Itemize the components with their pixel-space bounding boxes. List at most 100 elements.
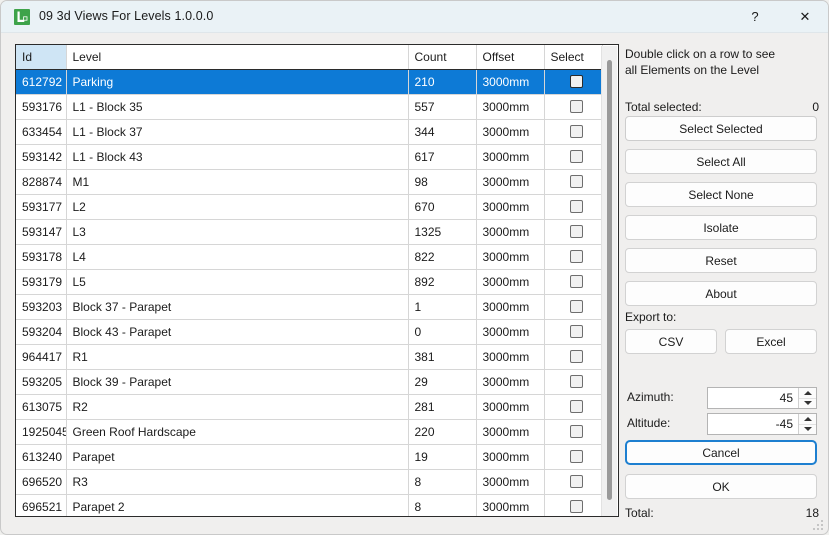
azimuth-value[interactable]: 45 bbox=[708, 388, 798, 408]
column-header-level[interactable]: Level bbox=[66, 45, 408, 69]
cell-select[interactable] bbox=[544, 269, 602, 294]
cell-offset: 3000mm bbox=[476, 119, 544, 144]
table-row[interactable]: 593147L313253000mm bbox=[16, 219, 602, 244]
table-row[interactable]: 696521Parapet 283000mm bbox=[16, 494, 602, 517]
table-vertical-scrollbar[interactable] bbox=[601, 46, 617, 517]
column-header-id[interactable]: Id bbox=[16, 45, 66, 69]
row-select-checkbox[interactable] bbox=[570, 100, 583, 113]
cell-select[interactable] bbox=[544, 344, 602, 369]
azimuth-increment-icon[interactable] bbox=[799, 388, 816, 399]
cell-select[interactable] bbox=[544, 219, 602, 244]
cell-level: Green Roof Hardscape bbox=[66, 419, 408, 444]
table-row[interactable]: 633454L1 - Block 373443000mm bbox=[16, 119, 602, 144]
window-title: 09 3d Views For Levels 1.0.0.0 bbox=[39, 9, 213, 23]
altitude-increment-icon[interactable] bbox=[799, 414, 816, 425]
help-button[interactable]: ? bbox=[732, 1, 778, 32]
table-row[interactable]: 593176L1 - Block 355573000mm bbox=[16, 94, 602, 119]
cell-id: 593176 bbox=[16, 94, 66, 119]
row-select-checkbox[interactable] bbox=[570, 150, 583, 163]
cell-select[interactable] bbox=[544, 369, 602, 394]
row-select-checkbox[interactable] bbox=[570, 325, 583, 338]
cell-select[interactable] bbox=[544, 319, 602, 344]
table-row[interactable]: 593178L48223000mm bbox=[16, 244, 602, 269]
cell-select[interactable] bbox=[544, 469, 602, 494]
cell-select[interactable] bbox=[544, 494, 602, 517]
cell-select[interactable] bbox=[544, 244, 602, 269]
table-row[interactable]: 613240Parapet193000mm bbox=[16, 444, 602, 469]
altitude-stepper[interactable]: -45 bbox=[707, 413, 817, 435]
row-select-checkbox[interactable] bbox=[570, 200, 583, 213]
table-row[interactable]: 593205Block 39 - Parapet293000mm bbox=[16, 369, 602, 394]
altitude-decrement-icon[interactable] bbox=[799, 425, 816, 435]
row-select-checkbox[interactable] bbox=[570, 350, 583, 363]
column-header-select[interactable]: Select bbox=[544, 45, 602, 69]
cell-select[interactable] bbox=[544, 444, 602, 469]
table-row[interactable]: 696520R383000mm bbox=[16, 469, 602, 494]
cell-count: 557 bbox=[408, 94, 476, 119]
table-row[interactable]: 1925045Green Roof Hardscape2203000mm bbox=[16, 419, 602, 444]
column-header-count[interactable]: Count bbox=[408, 45, 476, 69]
isolate-button[interactable]: Isolate bbox=[625, 215, 817, 240]
row-select-checkbox[interactable] bbox=[570, 250, 583, 263]
row-select-checkbox[interactable] bbox=[570, 125, 583, 138]
close-icon[interactable]: ✕ bbox=[782, 1, 828, 32]
export-to-label: Export to: bbox=[625, 310, 676, 324]
cell-offset: 3000mm bbox=[476, 294, 544, 319]
table-row[interactable]: 612792Parking2103000mm bbox=[16, 69, 602, 94]
row-select-checkbox[interactable] bbox=[570, 400, 583, 413]
azimuth-decrement-icon[interactable] bbox=[799, 399, 816, 409]
select-all-button[interactable]: Select All bbox=[625, 149, 817, 174]
cell-count: 670 bbox=[408, 194, 476, 219]
azimuth-stepper[interactable]: 45 bbox=[707, 387, 817, 409]
cell-offset: 3000mm bbox=[476, 144, 544, 169]
cell-select[interactable] bbox=[544, 194, 602, 219]
cell-select[interactable] bbox=[544, 169, 602, 194]
table-row[interactable]: 828874M1983000mm bbox=[16, 169, 602, 194]
altitude-value[interactable]: -45 bbox=[708, 414, 798, 434]
table-row[interactable]: 593177L26703000mm bbox=[16, 194, 602, 219]
row-select-checkbox[interactable] bbox=[570, 425, 583, 438]
cell-count: 344 bbox=[408, 119, 476, 144]
export-excel-button[interactable]: Excel bbox=[725, 329, 817, 354]
row-select-checkbox[interactable] bbox=[570, 275, 583, 288]
ok-button[interactable]: OK bbox=[625, 474, 817, 499]
row-select-checkbox[interactable] bbox=[570, 75, 583, 88]
grid-header: IdLevelCountOffsetSelect bbox=[16, 45, 602, 69]
cell-select[interactable] bbox=[544, 119, 602, 144]
cell-select[interactable] bbox=[544, 69, 602, 94]
table-row[interactable]: 593142L1 - Block 436173000mm bbox=[16, 144, 602, 169]
row-select-checkbox[interactable] bbox=[570, 450, 583, 463]
select-none-button[interactable]: Select None bbox=[625, 182, 817, 207]
about-button[interactable]: About bbox=[625, 281, 817, 306]
cell-select[interactable] bbox=[544, 94, 602, 119]
export-csv-button[interactable]: CSV bbox=[625, 329, 717, 354]
row-select-checkbox[interactable] bbox=[570, 175, 583, 188]
row-select-checkbox[interactable] bbox=[570, 375, 583, 388]
scrollbar-thumb[interactable] bbox=[607, 60, 612, 500]
levels-table[interactable]: IdLevelCountOffsetSelect 612792Parking21… bbox=[15, 44, 619, 517]
row-select-checkbox[interactable] bbox=[570, 475, 583, 488]
cell-offset: 3000mm bbox=[476, 244, 544, 269]
revit-addin-icon bbox=[13, 8, 31, 26]
reset-button[interactable]: Reset bbox=[625, 248, 817, 273]
row-select-checkbox[interactable] bbox=[570, 500, 583, 513]
cell-select[interactable] bbox=[544, 419, 602, 444]
cell-select[interactable] bbox=[544, 294, 602, 319]
cancel-button[interactable]: Cancel bbox=[625, 440, 817, 465]
table-row[interactable]: 593204Block 43 - Parapet03000mm bbox=[16, 319, 602, 344]
cell-id: 828874 bbox=[16, 169, 66, 194]
cell-id: 612792 bbox=[16, 69, 66, 94]
table-row[interactable]: 593203Block 37 - Parapet13000mm bbox=[16, 294, 602, 319]
row-select-checkbox[interactable] bbox=[570, 300, 583, 313]
table-row[interactable]: 964417R13813000mm bbox=[16, 344, 602, 369]
table-row[interactable]: 613075R22813000mm bbox=[16, 394, 602, 419]
azimuth-label: Azimuth: bbox=[627, 390, 674, 404]
grid-body[interactable]: 612792Parking2103000mm593176L1 - Block 3… bbox=[16, 69, 602, 517]
cell-select[interactable] bbox=[544, 144, 602, 169]
select-selected-button[interactable]: Select Selected bbox=[625, 116, 817, 141]
resize-grip-icon[interactable] bbox=[812, 519, 824, 531]
column-header-offset[interactable]: Offset bbox=[476, 45, 544, 69]
table-row[interactable]: 593179L58923000mm bbox=[16, 269, 602, 294]
cell-select[interactable] bbox=[544, 394, 602, 419]
row-select-checkbox[interactable] bbox=[570, 225, 583, 238]
